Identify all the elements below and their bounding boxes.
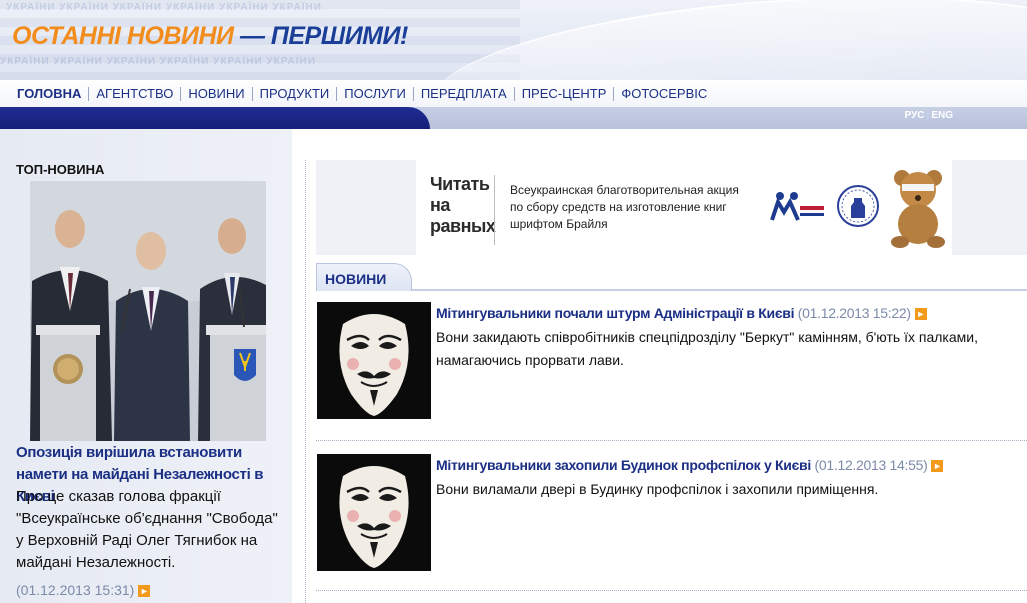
news-date: (01.12.2013 15:22) xyxy=(797,305,911,321)
banner-logo-line1: Читать xyxy=(430,174,490,194)
charity-banner[interactable]: Читать на равных Всеукраинская благотвор… xyxy=(316,160,1027,255)
language-switcher: РУС | ENG xyxy=(905,110,953,121)
news-item: Мітингувальники захопили Будинок профспі… xyxy=(316,454,1027,574)
news-title-line: Мітингувальники захопили Будинок профспі… xyxy=(436,456,1026,474)
top-news-photo[interactable] xyxy=(30,181,266,441)
arrow-right-icon[interactable]: ► xyxy=(138,585,151,598)
partner-seal-icon xyxy=(837,185,879,227)
nav-item-agency[interactable]: АГЕНТСТВО xyxy=(89,86,182,101)
news-thumbnail[interactable] xyxy=(317,302,431,419)
lang-rus-link[interactable]: РУС xyxy=(905,110,925,121)
tab-news[interactable]: НОВИНИ xyxy=(316,263,412,291)
news-title-link[interactable]: Мітингувальники захопили Будинок профспі… xyxy=(436,457,811,473)
nav-item-photo-service[interactable]: ФОТОСЕРВІС xyxy=(614,86,714,101)
news-summary: Вони виламали двері в Будинку профспілок… xyxy=(436,481,879,497)
strip-dark xyxy=(0,107,430,129)
nav-item-subscription[interactable]: ПЕРЕДПЛАТА xyxy=(414,86,515,101)
news-separator xyxy=(316,440,1027,441)
teddy-bear-icon xyxy=(891,170,945,248)
slogan-part-orange: ОСТАННІ НОВИНИ xyxy=(12,22,234,50)
news-item: Мітингувальники почали штурм Адміністрац… xyxy=(316,302,1027,422)
guy-fawkes-mask-image xyxy=(317,302,431,419)
nav-item-products[interactable]: ПРОДУКТИ xyxy=(253,86,338,101)
banner-logo-line2: на xyxy=(430,195,450,215)
nav-item-home[interactable]: ГОЛОВНА xyxy=(10,86,90,101)
banner-logo: Читать на равных xyxy=(430,174,496,237)
column-divider xyxy=(305,160,306,603)
banner-inner: Читать на равных Всеукраинская благотвор… xyxy=(416,160,952,255)
news-thumbnail[interactable] xyxy=(317,454,431,571)
top-news-label: ТОП-НОВИНА xyxy=(16,162,105,177)
lang-eng-link[interactable]: ENG xyxy=(931,110,953,121)
slogan-part-blue: — ПЕРШИМИ! xyxy=(239,22,408,50)
news-section-header: НОВИНИ xyxy=(316,263,1027,291)
nav-item-news[interactable]: НОВИНИ xyxy=(181,86,253,101)
arrow-right-icon[interactable]: ► xyxy=(914,308,927,321)
main-nav: ГОЛОВНА АГЕНТСТВО НОВИНИ ПРОДУКТИ ПОСЛУГ… xyxy=(0,80,1027,107)
nav-item-press-center[interactable]: ПРЕС-ЦЕНТР xyxy=(515,86,615,101)
top-news-summary: Про це сказав голова фракції "Всеукраїнс… xyxy=(16,488,278,571)
banner-divider xyxy=(494,175,495,245)
top-news-column: ТОП-НОВИНА Опозиція вирішила встановити … xyxy=(0,129,292,603)
nav-item-services[interactable]: ПОСЛУГИ xyxy=(337,86,414,101)
partner-people-icon xyxy=(770,192,824,221)
news-date: (01.12.2013 14:55) xyxy=(814,457,928,473)
news-separator xyxy=(316,590,1027,591)
nav-strip: РУС | ENG xyxy=(0,107,1027,129)
news-summary: Вони закидають співробітників спецпідроз… xyxy=(436,329,978,368)
news-header-line xyxy=(316,289,1027,291)
banner-text: Всеукраинская благотворительная акция по… xyxy=(510,183,739,231)
top-news-date-line: (01.12.2013 15:31) ► xyxy=(16,582,151,598)
politicians-illustration xyxy=(30,181,266,441)
site-header: УКРАЇНИ УКРАЇНИ УКРАЇНИ УКРАЇНИ УКРАЇНИ … xyxy=(0,0,1027,80)
arrow-right-icon[interactable]: ► xyxy=(931,460,944,473)
news-title-line: Мітингувальники почали штурм Адміністрац… xyxy=(436,304,1026,322)
top-news-date: (01.12.2013 15:31) xyxy=(16,582,135,598)
news-title-link[interactable]: Мітингувальники почали штурм Адміністрац… xyxy=(436,305,794,321)
guy-fawkes-mask-image xyxy=(317,454,431,571)
site-slogan[interactable]: ОСТАННІ НОВИНИ — ПЕРШИМИ! xyxy=(12,22,408,51)
banner-logo-line3: равных xyxy=(430,216,496,236)
